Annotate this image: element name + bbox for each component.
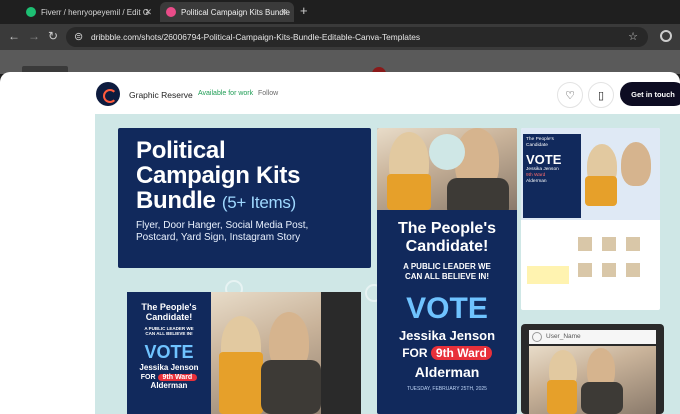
address-bar-row: ← → ↻ ⊜ dribbble.com/shots/26006794-Poli… [0,24,680,50]
social-ward-line: FOR 9th Ward [127,374,211,381]
supporter-jacket [261,360,321,414]
scarf-shape [547,380,577,414]
flyer-thumb [625,262,641,278]
instagram-user-bar: User_Name [529,330,656,344]
flyer-thumb [601,262,617,278]
flyer-card: The People's Candidate VOTE Jessika Jens… [521,128,660,310]
like-button[interactable]: ♡ [557,82,583,108]
scarf-shape [219,352,263,414]
get-in-touch-button[interactable]: Get in touch [620,82,680,106]
instagram-username: User_Name [546,333,581,340]
supporter-jacket [581,382,623,414]
supporter-jacket [447,178,509,210]
poster-headline-1: The People's [397,220,497,237]
subtitle-1: Flyer, Door Hanger, Social Media Post, [136,220,309,231]
shot-modal: Graphic Reserve Available for work Follo… [0,72,680,414]
url-input[interactable]: ⊜ dribbble.com/shots/26006794-Political-… [66,27,648,47]
poster-vote: VOTE [406,292,488,325]
social-photo [211,292,361,414]
tab-dribbble[interactable]: Political Campaign Kits Bundle ✕ [160,2,294,22]
bookmark-icon: ▯ [597,89,605,102]
social-office: Alderman [150,381,188,390]
tab-title: Political Campaign Kits Bundle [181,7,290,17]
follow-link[interactable]: Follow [258,90,278,97]
social-headline-2: Candidate! [145,312,193,322]
poster-ward-line: FOR 9th Ward [377,346,517,360]
dribbble-favicon-icon [166,7,176,17]
scarf-shape [387,174,431,210]
poster-candidate: Jessika Jenson [398,328,496,343]
forward-icon[interactable]: → [28,29,40,43]
title-line-2: Campaign Kits [136,162,301,189]
teal-accent [429,134,465,170]
poster-headline-2: Candidate! [405,238,489,255]
designer-avatar[interactable] [96,82,120,106]
shot-image: Political Campaign Kits Bundle (5+ Items… [95,114,680,414]
availability-badge: Available for work [198,90,254,97]
poster-office: Alderman [414,364,480,380]
profile-icon[interactable] [660,30,672,42]
foreground-blur [321,292,361,414]
poster-for: FOR [402,346,428,360]
social-post-card: The People's Candidate! A PUBLIC LEADER … [127,292,361,414]
new-tab-button[interactable]: + [300,3,308,18]
social-text-panel: The People's Candidate! A PUBLIC LEADER … [127,292,211,414]
flyer-thumb [577,236,593,252]
flyer-vote: VOTE [526,152,562,167]
poster-ward-badge: 9th Ward [430,346,492,360]
instagram-photo [529,346,656,414]
title-line-3-wrap: Bundle (5+ Items) [136,188,371,215]
heart-icon: ♡ [565,89,575,102]
close-tab-icon[interactable]: ✕ [144,7,152,18]
back-icon[interactable]: ← [8,29,20,43]
title-card: Political Campaign Kits Bundle (5+ Items… [118,128,371,268]
social-vote: VOTE [144,342,194,362]
instagram-story-card: User_Name [521,324,664,414]
flyer-thumb [601,236,617,252]
reload-icon[interactable]: ↻ [48,29,58,43]
scarf-shape [585,176,617,206]
bookmark-star-icon[interactable]: ☆ [628,30,638,43]
subtitle-2: Postcard, Yard Sign, Instagram Story [136,232,301,243]
avatar-icon [532,332,542,342]
flyer-note [527,266,569,284]
candidate-photo [377,128,517,210]
social-ward-badge: 9th Ward [157,374,198,381]
flyer-thumb [625,236,641,252]
tab-fiverr[interactable]: Fiverr / henryopeyemil / Edit G ✕ [20,2,158,22]
social-tagline-2: CAN ALL BELIEVE IN! [145,331,193,336]
poster-date: TUESDAY, FEBRUARY 25TH, 2025 [407,386,487,392]
poster-tagline-1: A PUBLIC LEADER WE [403,262,491,271]
flyer-thumb [577,262,593,278]
flyer-office: Alderman [526,179,547,184]
browser-tabbar: Fiverr / henryopeyemil / Edit G ✕ Politi… [0,0,680,24]
tab-title: Fiverr / henryopeyemil / Edit G [41,7,150,17]
page-backdrop [0,50,680,81]
social-headline-1: The People's [141,302,197,312]
flyer-panel: The People's Candidate VOTE Jessika Jens… [523,134,581,218]
flyer-figure [621,142,651,186]
designer-name[interactable]: Graphic Reserve [129,90,193,100]
close-tab-icon[interactable]: ✕ [280,7,288,18]
poster-tagline-2: CAN ALL BELIEVE IN! [404,272,489,281]
url-text[interactable]: dribbble.com/shots/26006794-Political-Ca… [91,32,420,42]
title-line-1: Political [136,137,226,164]
social-candidate: Jessika Jenson [139,363,199,372]
flyer-headline-2: Candidate [526,143,548,148]
yard-sign-poster: The People's Candidate! A PUBLIC LEADER … [377,128,517,414]
save-button[interactable]: ▯ [588,82,614,108]
item-count: (5+ Items) [221,193,296,212]
title-line-3: Bundle [136,187,216,214]
fiverr-favicon-icon [26,7,36,17]
site-settings-icon[interactable]: ⊜ [74,30,83,43]
social-for: FOR [140,374,156,381]
